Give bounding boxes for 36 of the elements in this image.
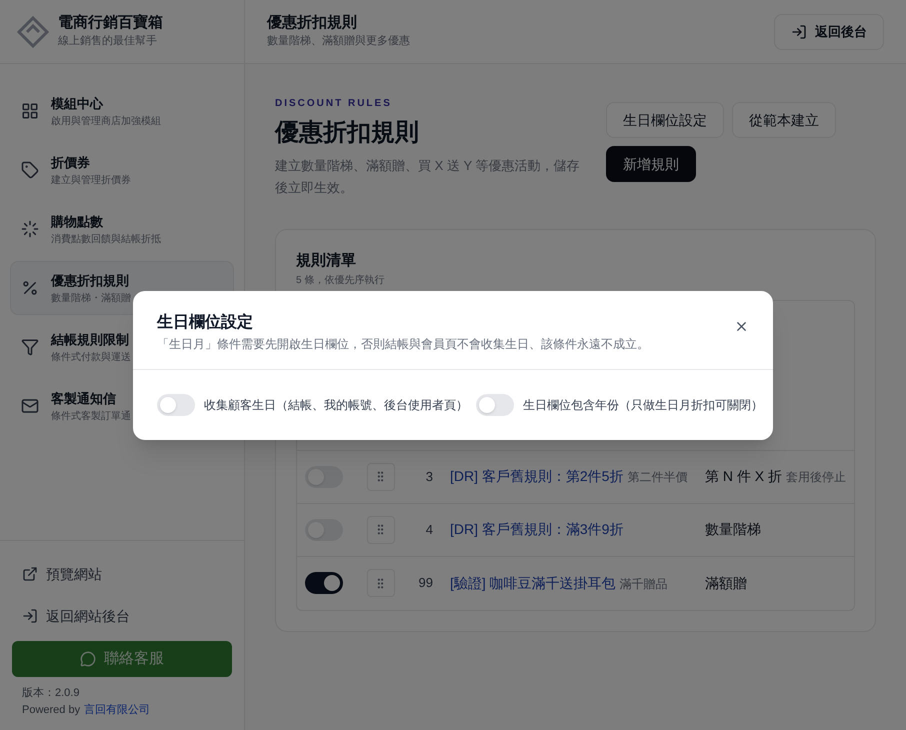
toggle-label: 收集顧客生日（結帳、我的帳號、後台使用者頁）: [204, 397, 468, 414]
sidebar-item-title: 購物點數: [51, 212, 104, 230]
brand-tagline: 線上銷售的最佳幫手: [58, 34, 158, 50]
sidebar-item-description: 建立與管理折價券: [51, 174, 131, 188]
rule-type: 數量階梯: [704, 520, 761, 539]
priority-cell-text: 99: [418, 574, 434, 592]
dialog-title: 生日欄位設定: [157, 312, 254, 333]
version-text: 版本：2.0.9: [21, 686, 80, 701]
rule-note: 滿千贈品: [620, 576, 668, 592]
powered-by-text: Powered by: [22, 702, 80, 718]
dialog-description: 「生日月」條件需要先開啟生日欄位，否則結帳與會員頁不會收集生日、該條件永遠不成立。: [157, 336, 649, 353]
page-title: 優惠折扣規則: [274, 118, 420, 148]
sidebar-item-description: 消費點數回饋與結帳折抵: [51, 232, 161, 246]
sidebar-item-title: 模組中心: [51, 94, 104, 112]
page-description: 建立數量階梯、滿額贈、買 X 送 Y 等優惠活動，儲存後立即生效。: [274, 157, 581, 197]
sidebar-item-description: 啟用與管理商店加強模組: [51, 114, 161, 128]
sidebar-item-description: 條件式付款與運送: [51, 350, 131, 364]
rule-type: 滿額贈: [704, 574, 747, 592]
sidebar-item-title: 結帳規則限制: [51, 330, 130, 348]
priority-cell-text: 3: [424, 468, 434, 486]
priority-cell-text: 4: [424, 520, 434, 539]
rule-note: 第二件半價: [627, 469, 688, 486]
rule-type: 第 N 件 X 折: [704, 467, 782, 486]
sidebar-item-title: 折價券: [51, 154, 91, 172]
sidebar-item-title: 優惠折扣規則: [51, 272, 130, 290]
sidebar-item-title: 客製通知信: [51, 390, 117, 408]
rule-type-note: 套用後停止: [786, 469, 846, 486]
card-subtitle: 5 條，依優先序執行: [296, 274, 386, 288]
brand-name: 電商行銷百寶箱: [58, 13, 163, 34]
sidebar-item-description: 條件式客製訂單通: [51, 410, 131, 424]
card-title: 規則清單: [296, 251, 357, 271]
header-title: 優惠折扣規則: [266, 13, 358, 34]
sidebar-item-description: 數量階梯・滿額贈: [51, 292, 131, 306]
eyebrow-label: DISCOUNT RULES: [274, 97, 393, 111]
toggle-label: 生日欄位包含年份（只做生日月折扣可關閉）: [523, 397, 763, 414]
header-subtitle: 數量階梯、滿額贈與更多優惠: [266, 34, 410, 50]
